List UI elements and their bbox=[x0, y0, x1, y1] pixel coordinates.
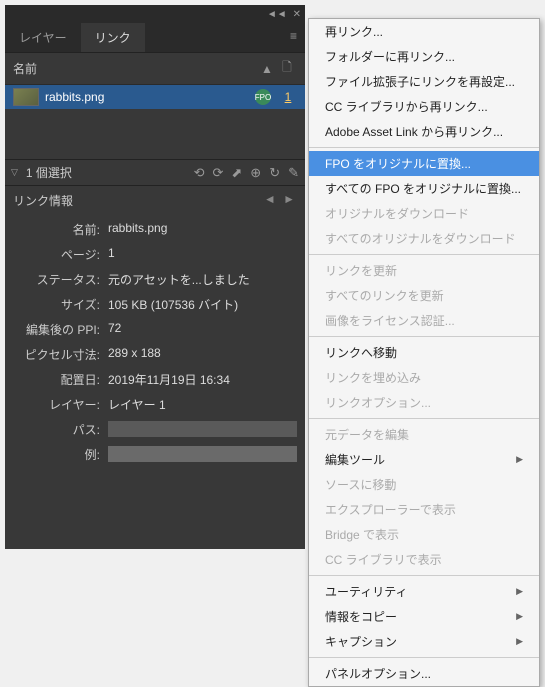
relink-cc-icon[interactable]: ⟳ bbox=[212, 165, 223, 181]
submenu-arrow-icon: ▶ bbox=[516, 611, 523, 622]
panel-top-bar: ◄◄ ✕ bbox=[5, 5, 305, 23]
goto-link-icon[interactable]: ⬈ bbox=[231, 165, 242, 181]
mi-update-link: リンクを更新 bbox=[309, 258, 539, 283]
link-info: 名前:rabbits.png ページ:1 ステータス:元のアセットを...しまし… bbox=[5, 215, 305, 469]
mi-relink-ext[interactable]: ファイル拡張子にリンクを再設定... bbox=[309, 69, 539, 94]
page-label: ページ: bbox=[13, 246, 108, 263]
embed-icon[interactable]: ⊕ bbox=[250, 165, 261, 181]
info-title: リンク情報 bbox=[13, 192, 73, 209]
mi-replace-fpo[interactable]: FPO をオリジナルに置換... bbox=[309, 151, 539, 176]
mi-copy-info[interactable]: 情報をコピー▶ bbox=[309, 604, 539, 629]
context-menu: 再リンク... フォルダーに再リンク... ファイル拡張子にリンクを再設定...… bbox=[308, 18, 540, 687]
info-nav[interactable]: ◄ ► bbox=[264, 192, 297, 209]
layer-value: レイヤー 1 bbox=[108, 396, 297, 413]
separator bbox=[309, 147, 539, 148]
mi-link-opts: リンクオプション... bbox=[309, 390, 539, 415]
edit-icon[interactable]: ✎ bbox=[288, 165, 299, 181]
mi-cc-lib: CC ライブラリで表示 bbox=[309, 547, 539, 572]
mi-explorer: エクスプローラーで表示 bbox=[309, 497, 539, 522]
example-value-redacted bbox=[108, 446, 297, 462]
mi-dl-all-orig: すべてのオリジナルをダウンロード bbox=[309, 226, 539, 251]
name-label: 名前: bbox=[13, 221, 108, 238]
tab-bar: レイヤー リンク ≡ bbox=[5, 23, 305, 53]
mi-edit-tools[interactable]: 編集ツール▶ bbox=[309, 447, 539, 472]
fpo-badge: FPO bbox=[255, 89, 271, 105]
link-row[interactable]: rabbits.png FPO 1 bbox=[5, 85, 305, 109]
panel-menu-icon[interactable]: ≡ bbox=[282, 23, 305, 52]
mi-replace-all-fpo[interactable]: すべての FPO をオリジナルに置換... bbox=[309, 176, 539, 201]
thumbnail bbox=[13, 88, 39, 106]
mi-bridge: Bridge で表示 bbox=[309, 522, 539, 547]
separator bbox=[309, 254, 539, 255]
ppi-label: 編集後の PPI: bbox=[13, 321, 108, 338]
column-header: 名前 ▲ 🗋 bbox=[5, 53, 305, 85]
col-status-icon[interactable]: ▲ bbox=[257, 62, 277, 76]
mi-relink-cc[interactable]: CC ライブラリから再リンク... bbox=[309, 94, 539, 119]
mi-update-all: すべてのリンクを更新 bbox=[309, 283, 539, 308]
disclosure-icon[interactable]: ▽ bbox=[11, 167, 18, 178]
name-value: rabbits.png bbox=[108, 221, 297, 238]
dim-label: ピクセル寸法: bbox=[13, 346, 108, 363]
size-label: サイズ: bbox=[13, 296, 108, 313]
size-value: 105 KB (107536 バイト) bbox=[108, 296, 297, 313]
info-header: リンク情報 ◄ ► bbox=[5, 186, 305, 215]
path-label: パス: bbox=[13, 421, 108, 438]
layer-label: レイヤー: bbox=[13, 396, 108, 413]
update-icon[interactable]: ↻ bbox=[269, 165, 280, 181]
col-name-header[interactable]: 名前 bbox=[13, 60, 257, 77]
separator bbox=[309, 336, 539, 337]
submenu-arrow-icon: ▶ bbox=[516, 586, 523, 597]
link-page-num[interactable]: 1 bbox=[279, 90, 297, 104]
mi-edit-orig: 元データを編集 bbox=[309, 422, 539, 447]
separator bbox=[309, 418, 539, 419]
link-filename: rabbits.png bbox=[45, 90, 255, 104]
close-icon[interactable]: ✕ bbox=[293, 9, 301, 20]
status-value: 元のアセットを...しました bbox=[108, 271, 297, 288]
mi-utility[interactable]: ユーティリティ▶ bbox=[309, 579, 539, 604]
mi-goto-link[interactable]: リンクへ移動 bbox=[309, 340, 539, 365]
path-value-redacted bbox=[108, 421, 297, 437]
mi-relink[interactable]: 再リンク... bbox=[309, 19, 539, 44]
mi-relink-aal[interactable]: Adobe Asset Link から再リンク... bbox=[309, 119, 539, 144]
mi-license: 画像をライセンス認証... bbox=[309, 308, 539, 333]
separator bbox=[309, 657, 539, 658]
date-label: 配置日: bbox=[13, 371, 108, 388]
selection-bar: ▽ 1 個選択 ⟲ ⟳ ⬈ ⊕ ↻ ✎ bbox=[5, 159, 305, 186]
tab-links[interactable]: リンク bbox=[81, 23, 145, 52]
dim-value: 289 x 188 bbox=[108, 346, 297, 363]
status-label: ステータス: bbox=[13, 271, 108, 288]
tab-layers[interactable]: レイヤー bbox=[5, 23, 81, 52]
relink-icon[interactable]: ⟲ bbox=[194, 165, 205, 181]
example-label: 例: bbox=[13, 446, 108, 463]
submenu-arrow-icon: ▶ bbox=[516, 636, 523, 647]
selection-count: 1 個選択 bbox=[26, 164, 72, 181]
submenu-arrow-icon: ▶ bbox=[516, 454, 523, 465]
page-value: 1 bbox=[108, 246, 297, 263]
mi-caption[interactable]: キャプション▶ bbox=[309, 629, 539, 654]
collapse-icon[interactable]: ◄◄ bbox=[267, 9, 287, 20]
col-page-icon[interactable]: 🗋 bbox=[277, 58, 297, 79]
separator bbox=[309, 575, 539, 576]
mi-goto-src: ソースに移動 bbox=[309, 472, 539, 497]
mi-relink-folder[interactable]: フォルダーに再リンク... bbox=[309, 44, 539, 69]
mi-dl-orig: オリジナルをダウンロード bbox=[309, 201, 539, 226]
links-panel: ◄◄ ✕ レイヤー リンク ≡ 名前 ▲ 🗋 rabbits.png FPO 1… bbox=[5, 5, 305, 549]
mi-panel-opts[interactable]: パネルオプション... bbox=[309, 661, 539, 686]
ppi-value: 72 bbox=[108, 321, 297, 338]
mi-embed: リンクを埋め込み bbox=[309, 365, 539, 390]
date-value: 2019年11月19日 16:34 bbox=[108, 371, 297, 388]
